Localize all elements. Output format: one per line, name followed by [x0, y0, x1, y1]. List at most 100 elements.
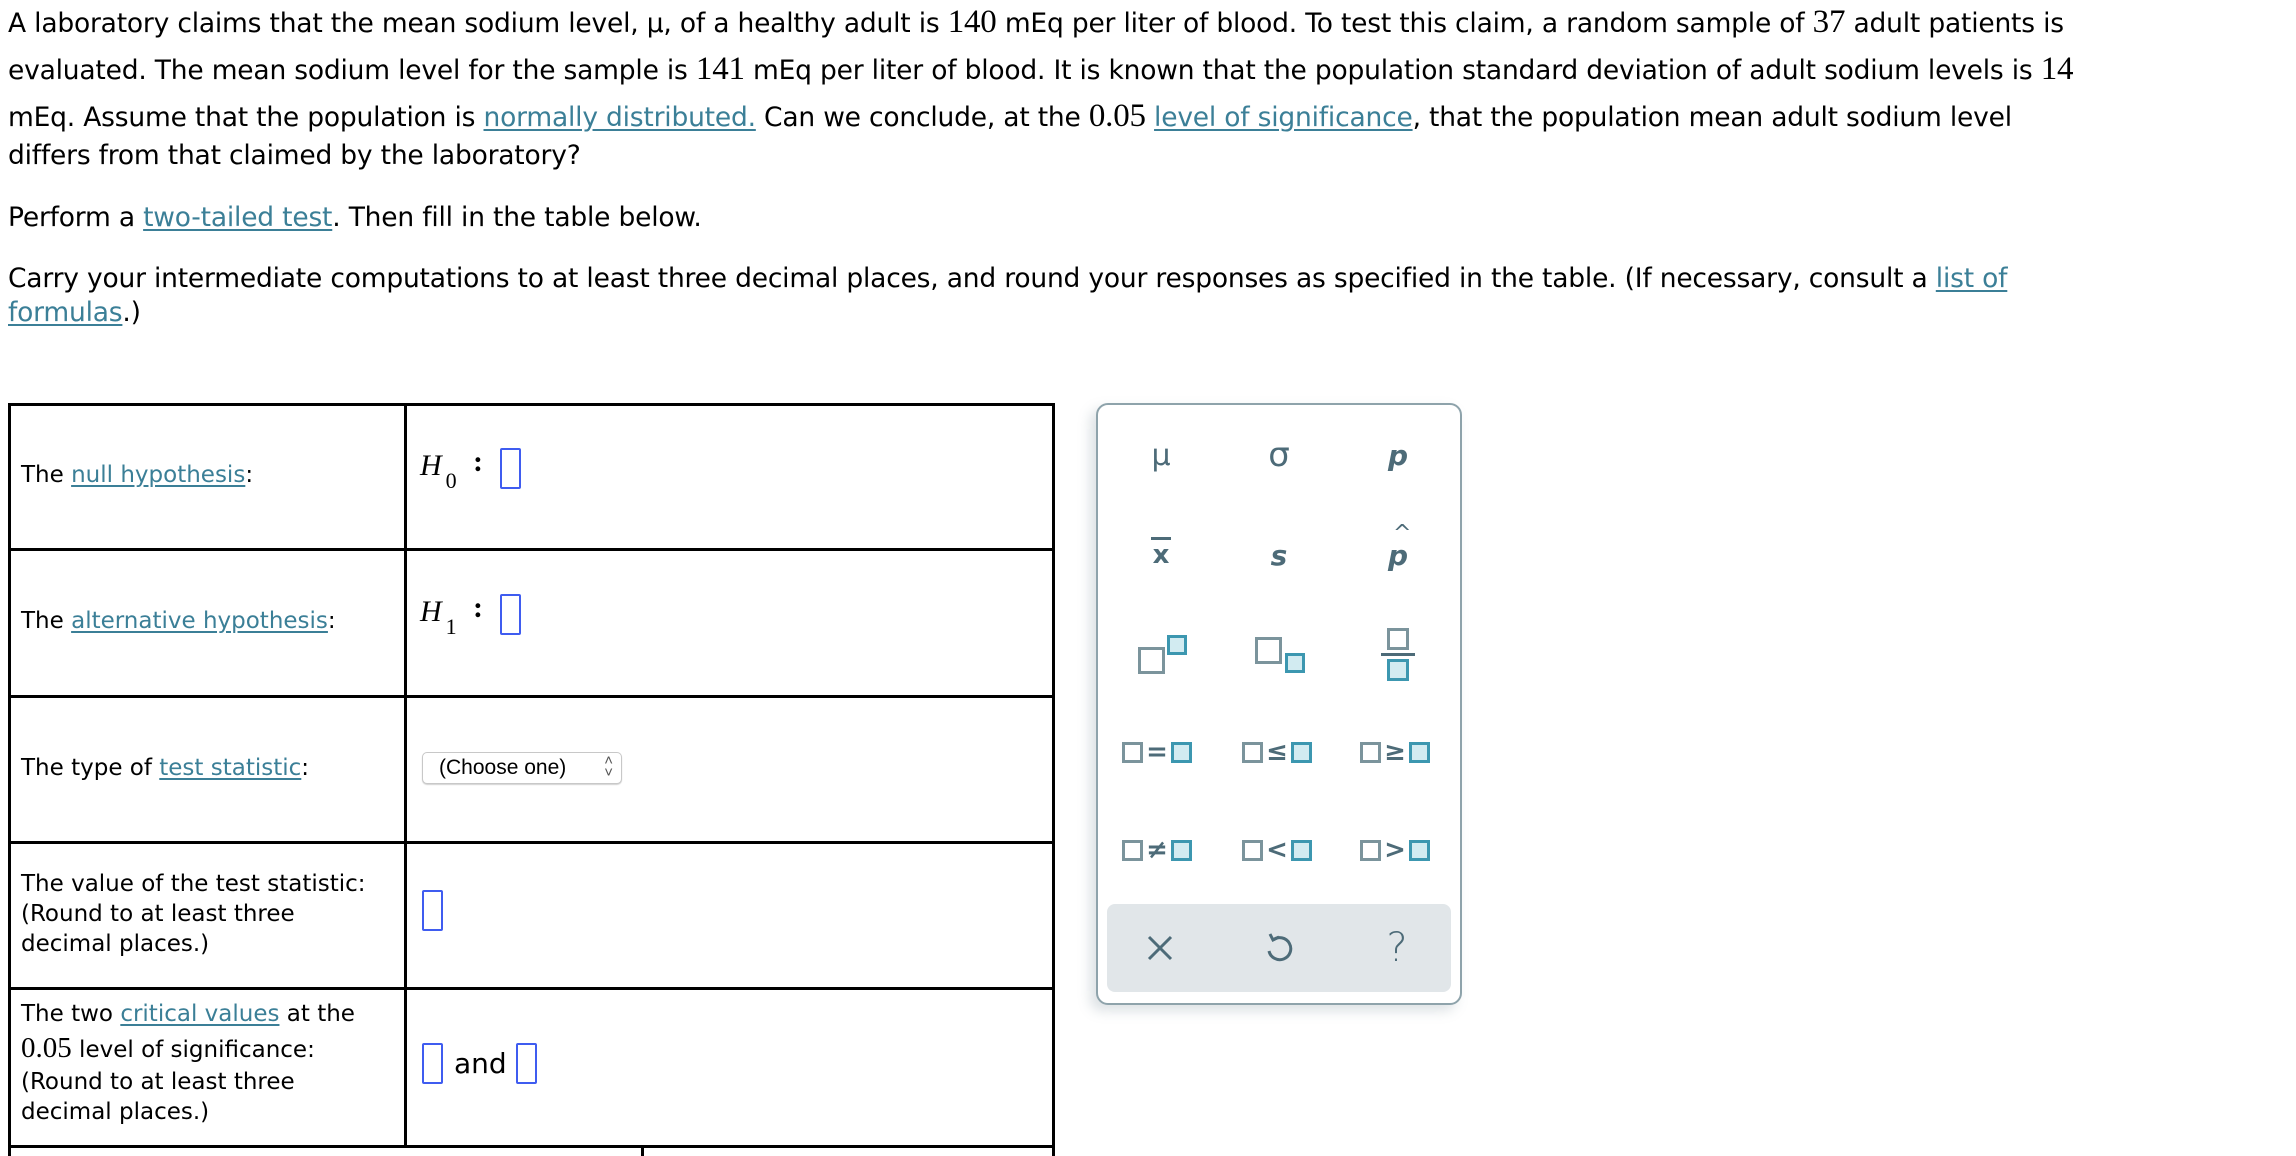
- label-text: The: [21, 608, 72, 634]
- superscript-button[interactable]: [1116, 620, 1206, 690]
- mu-icon: μ: [1151, 437, 1171, 473]
- label-text: :: [301, 755, 310, 781]
- h-symbol: H: [420, 449, 442, 482]
- less-than-button[interactable]: <: [1232, 815, 1322, 885]
- label-text: :: [245, 462, 254, 488]
- label-line: (Round to at least three: [21, 901, 295, 927]
- problem-line-2: evaluated. The mean sodium level for the…: [8, 51, 2074, 88]
- null-hypothesis-symbol: H0: [420, 449, 457, 493]
- label-text: The two: [21, 1001, 121, 1027]
- instruction-rounding: Carry your intermediate computations to …: [8, 263, 2288, 343]
- close-icon: [1147, 935, 1173, 961]
- null-hypothesis-label: The null hypothesis:: [21, 460, 253, 490]
- null-hypothesis-input[interactable]: [500, 448, 521, 489]
- test-statistic-link[interactable]: test statistic: [159, 755, 301, 781]
- greater-equal-button[interactable]: ≥: [1350, 717, 1440, 787]
- table-border: [8, 403, 11, 1156]
- row-divider: [8, 695, 1055, 698]
- population-sd-value: 14: [2040, 51, 2074, 87]
- p-icon: p: [1387, 438, 1409, 472]
- instruction-text: . Then fill in the table below.: [332, 202, 702, 233]
- equals-icon: =: [1122, 739, 1192, 765]
- p-button[interactable]: p: [1353, 420, 1443, 490]
- x-bar-icon: x: [1150, 537, 1172, 570]
- up-down-chevron-icon: ˄ ˅: [604, 752, 613, 781]
- text-segment: evaluated. The mean sodium level for the…: [8, 55, 696, 86]
- test-statistic-value-input[interactable]: [422, 890, 443, 931]
- level-of-significance-link[interactable]: level of significance: [1154, 102, 1413, 133]
- x-bar-button[interactable]: x: [1116, 520, 1206, 590]
- null-hypothesis-link[interactable]: null hypothesis: [71, 462, 245, 488]
- upper-critical-value-input[interactable]: [516, 1043, 537, 1084]
- text-segment: A laboratory claims that the mean sodium…: [8, 8, 948, 39]
- row-divider: [8, 548, 1055, 551]
- sample-mean-value: 141: [695, 51, 745, 87]
- mu-button[interactable]: μ: [1116, 420, 1206, 490]
- less-equal-button[interactable]: ≤: [1232, 717, 1322, 787]
- instruction-text: Perform a: [8, 202, 144, 233]
- text-segment: , that the population mean adult sodium …: [1412, 102, 2012, 133]
- list-of-formulas-link[interactable]: list of: [1936, 263, 2008, 294]
- s-button[interactable]: s: [1234, 520, 1324, 590]
- clear-button[interactable]: [1115, 904, 1205, 992]
- label-line: (Round to at least three: [21, 1069, 295, 1095]
- h-symbol: H: [420, 595, 442, 628]
- keypad-footer: ?: [1107, 904, 1451, 992]
- text-segment: mEq per liter of blood. It is known that…: [744, 55, 2041, 86]
- undo-icon: [1267, 933, 1293, 962]
- critical-values-label: The two critical values at the 0.05 leve…: [21, 999, 355, 1127]
- alternative-hypothesis-symbol: H1: [420, 595, 457, 639]
- h-subscript: 1: [445, 614, 457, 639]
- select-value: (Choose one): [439, 756, 567, 779]
- two-tailed-test-link[interactable]: two-tailed test: [143, 202, 332, 233]
- text-segment: adult patients is: [1845, 8, 2065, 39]
- normally-distributed-link[interactable]: normally distributed.: [484, 102, 757, 133]
- equals-button[interactable]: =: [1112, 717, 1202, 787]
- text-segment: mEq per liter of blood. To test this cla…: [996, 8, 1813, 39]
- undo-button[interactable]: [1234, 904, 1324, 992]
- label-text: The type of: [21, 755, 160, 781]
- help-button[interactable]: ?: [1352, 904, 1442, 992]
- label-line: 0.05 level of significance:: [21, 1033, 355, 1065]
- sample-size-value: 37: [1812, 4, 1846, 40]
- superscript-icon: [1131, 633, 1191, 677]
- greater-equal-icon: ≥: [1360, 739, 1430, 765]
- problem-line-3: mEq. Assume that the population is norma…: [8, 98, 2012, 135]
- alternative-hypothesis-input[interactable]: [500, 594, 521, 635]
- column-divider: [641, 1145, 644, 1156]
- colon: :: [473, 591, 483, 624]
- instruction-text: .): [122, 297, 141, 328]
- row-divider: [8, 841, 1055, 844]
- critical-values-link[interactable]: critical values: [120, 1001, 279, 1027]
- alternative-hypothesis-link[interactable]: alternative hypothesis: [71, 608, 328, 634]
- label-text: at the: [279, 1001, 355, 1027]
- subscript-button[interactable]: [1234, 620, 1324, 690]
- math-keypad: μ σ p x s ^ p = ≤ ≥ ≠ < > ?: [1096, 403, 1462, 1005]
- not-equal-button[interactable]: ≠: [1112, 815, 1202, 885]
- text-segment: mEq. Assume that the population is: [8, 102, 484, 133]
- problem-line-4: differs from that claimed by the laborat…: [8, 140, 581, 171]
- table-border: [1052, 403, 1055, 1156]
- question-mark-icon: ?: [1386, 925, 1408, 971]
- formulas-link[interactable]: formulas: [8, 297, 123, 328]
- instruction-line-2: formulas.): [8, 297, 141, 328]
- greater-than-button[interactable]: >: [1350, 815, 1440, 885]
- fraction-button[interactable]: [1353, 620, 1443, 690]
- problem-line-1: A laboratory claims that the mean sodium…: [8, 4, 2064, 41]
- p-hat-button[interactable]: ^ p: [1353, 520, 1443, 590]
- alpha-value: 0.05: [21, 1032, 72, 1064]
- row-divider: [8, 987, 1055, 990]
- text-segment: differs from that claimed by the laborat…: [8, 140, 581, 171]
- label-line: decimal places.): [21, 931, 210, 957]
- text-segment: Can we conclude, at the: [755, 102, 1089, 133]
- less-than-icon: <: [1242, 837, 1312, 863]
- test-statistic-value-label: The value of the test statistic: (Round …: [21, 869, 366, 959]
- p-hat-icon: ^ p: [1388, 521, 1411, 572]
- label-line: decimal places.): [21, 1099, 210, 1125]
- sigma-button[interactable]: σ: [1234, 420, 1324, 490]
- lower-critical-value-input[interactable]: [422, 1043, 443, 1084]
- hat-accent: ^: [1392, 520, 1412, 546]
- label-text: The: [21, 462, 72, 488]
- test-statistic-type-select[interactable]: (Choose one) ˄ ˅: [422, 752, 622, 784]
- instruction-line-1: Carry your intermediate computations to …: [8, 263, 2007, 294]
